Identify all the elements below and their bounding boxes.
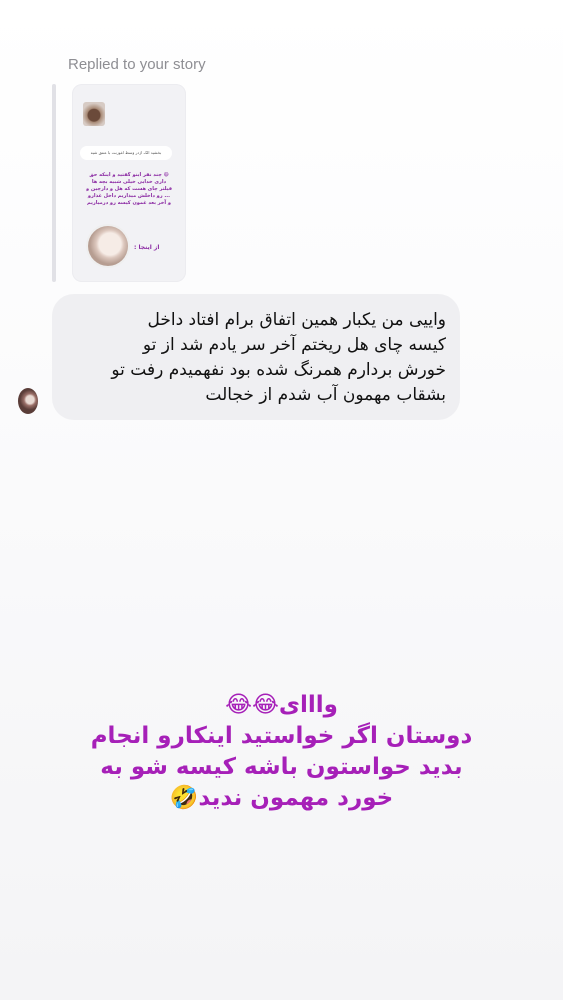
message-line: کیسه چای هل ریختم آخر سر یادم شد از تو	[142, 335, 446, 355]
message-text: واییی من یکبار همین اتفاق برام افتاد داخ…	[68, 308, 446, 408]
caption-line: وااای😂😂	[225, 692, 338, 718]
story-photo-thumbnail	[83, 102, 105, 126]
message-line: بشقاب مهمون آب شدم از خجالت	[205, 385, 446, 405]
story-reply-bubble: بخشید الک اژدر وسط اغوزنت با عنتق شیه	[80, 146, 172, 160]
story-hand-image	[88, 226, 128, 266]
sender-avatar[interactable]	[18, 388, 38, 414]
caption-line: خورد مهمون ندید🤣	[169, 785, 394, 811]
story-text: 😄 چند نفر اینو گفتید و اینکه حق داری خدا…	[86, 172, 172, 206]
caption-line: دوستان اگر خواستید اینکارو انجام	[90, 723, 473, 749]
message-bubble[interactable]: واییی من یکبار همین اتفاق برام افتاد داخ…	[52, 294, 460, 420]
story-from-label: از اینجا :	[134, 244, 160, 251]
story-preview[interactable]: بخشید الک اژدر وسط اغوزنت با عنتق شیه 😄 …	[72, 84, 186, 282]
replied-to-story-label: Replied to your story	[68, 56, 206, 73]
caption-line: بدید حواستون باشه کیسه شو به	[100, 754, 463, 780]
quote-bar	[52, 84, 56, 282]
message-line: خورش بردارم همرنگ شده بود نفهمیدم رفت تو	[111, 360, 446, 380]
story-caption: وااای😂😂 دوستان اگر خواستید اینکارو انجام…	[0, 690, 563, 814]
message-line: واییی من یکبار همین اتفاق برام افتاد داخ…	[147, 310, 446, 330]
